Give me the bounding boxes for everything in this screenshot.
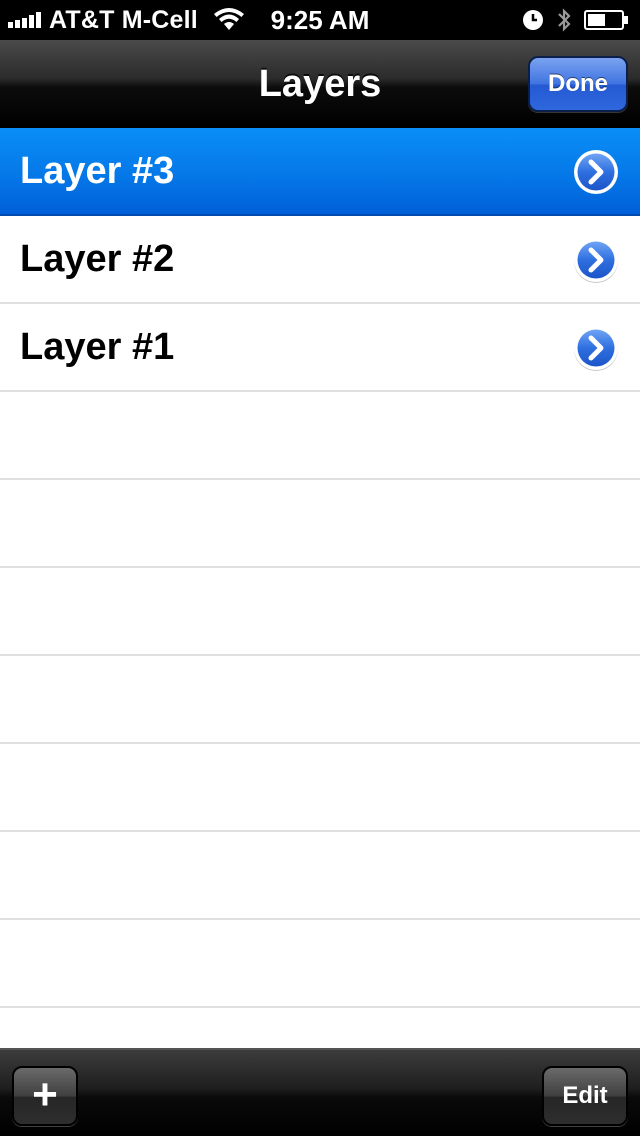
add-layer-button[interactable]: + <box>12 1066 78 1126</box>
wifi-icon <box>213 8 244 30</box>
empty-row <box>0 1008 640 1048</box>
layer-label: Layer #1 <box>20 326 175 368</box>
status-right <box>522 0 630 40</box>
layer-label: Layer #3 <box>20 150 175 192</box>
bottom-toolbar: + Edit <box>0 1048 640 1136</box>
empty-row <box>0 568 640 656</box>
edit-button[interactable]: Edit <box>542 1066 628 1126</box>
alarm-clock-icon <box>523 10 543 30</box>
battery-icon <box>584 10 628 30</box>
layer-row[interactable]: Layer #2 <box>0 216 640 304</box>
detail-disclosure-icon[interactable] <box>572 148 620 196</box>
detail-disclosure-icon[interactable] <box>572 324 620 372</box>
navigation-bar: Layers Done <box>0 40 640 128</box>
status-left: AT&T M-Cell <box>8 0 246 40</box>
layer-row[interactable]: Layer #3 <box>0 128 640 216</box>
layers-table: Layer #3 Layer #2 Layer #1 <box>0 128 640 1048</box>
empty-row <box>0 480 640 568</box>
status-bar: AT&T M-Cell 9:25 AM <box>0 0 640 40</box>
empty-row <box>0 920 640 1008</box>
done-button[interactable]: Done <box>528 56 628 112</box>
detail-disclosure-icon[interactable] <box>572 236 620 284</box>
signal-bars-icon <box>8 12 41 28</box>
empty-row <box>0 392 640 480</box>
bluetooth-icon <box>558 8 571 32</box>
empty-row <box>0 656 640 744</box>
layer-row[interactable]: Layer #1 <box>0 304 640 392</box>
carrier-name: AT&T M-Cell <box>49 5 198 34</box>
layer-label: Layer #2 <box>20 238 175 280</box>
empty-row <box>0 832 640 920</box>
empty-row <box>0 744 640 832</box>
